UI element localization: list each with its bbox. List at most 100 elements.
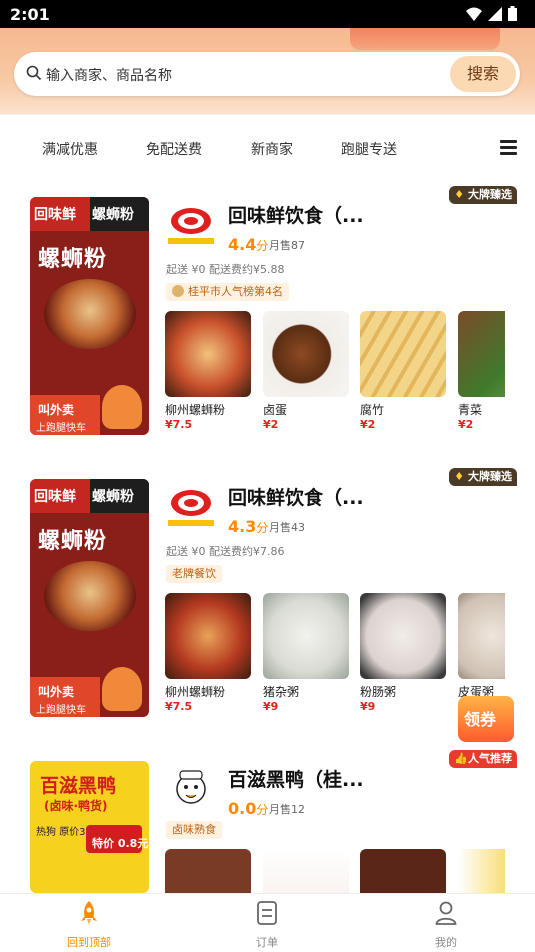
poster-footer-sub: 上跑腿快车 <box>36 423 86 434</box>
search-button[interactable]: 搜索 <box>450 56 516 92</box>
menu-icon[interactable] <box>500 140 517 156</box>
mascot-image <box>102 385 142 429</box>
food-image <box>263 311 349 397</box>
coupon-label: 领券 <box>464 710 497 729</box>
store-rating: 0.0分 <box>228 799 269 818</box>
store-logo <box>176 770 206 804</box>
item-name: 猪杂粥 <box>263 685 300 699</box>
filter-bar: 满减优惠 免配送费 新商家 跑腿专送 <box>0 114 535 181</box>
store-tag: 桂平市人气榜第4名 <box>166 283 289 301</box>
store-logo <box>168 490 214 526</box>
menu-item[interactable]: 猪杂粥 ¥9 <box>263 593 349 713</box>
noodle-bowl-image <box>44 279 136 349</box>
item-carousel[interactable] <box>165 849 505 893</box>
poster-title-right: 螺蛳粉 <box>92 207 134 223</box>
nav-profile[interactable]: 我的 <box>386 900 506 950</box>
store-poster: 回味鲜 螺蛳粉 螺蛳粉 叫外卖 上跑腿快车 <box>30 197 149 435</box>
food-image <box>165 311 251 397</box>
nav-orders[interactable]: 订单 <box>207 900 327 950</box>
search-input[interactable]: 输入商家、商品名称 <box>46 65 172 85</box>
menu-item[interactable]: 青菜 ¥2 <box>458 311 505 431</box>
menu-item[interactable]: 柳州螺蛳粉 ¥7.5 <box>165 593 251 713</box>
rocket-icon <box>81 901 97 925</box>
delivery-info: 起送 ¥0 配送费约¥7.86 <box>166 545 285 558</box>
food-image <box>360 849 446 893</box>
poster-subtitle: (卤味·鸭货) <box>44 799 108 813</box>
food-image <box>165 593 251 679</box>
nav-back-to-top[interactable]: 回到顶部 <box>29 900 149 950</box>
poster-title-left: 回味鲜 <box>34 207 76 223</box>
thumbs-up-icon: 👍 <box>454 752 468 765</box>
item-price: ¥2 <box>360 418 376 431</box>
wifi-icon <box>466 7 482 21</box>
poster-price: 特价 0.8元 <box>92 837 149 850</box>
store-logo <box>168 208 214 244</box>
search-bar[interactable]: 输入商家、商品名称 搜索 <box>14 52 520 96</box>
item-carousel[interactable]: 柳州螺蛳粉 ¥7.5 卤蛋 ¥2 腐竹 ¥2 青菜 ¥2 <box>165 311 505 437</box>
food-image <box>458 849 505 893</box>
item-price: ¥2 <box>263 418 279 431</box>
store-poster: 百滋黑鸭 (卤味·鸭货) 热狗 原价3元 特价 0.8元 <box>30 761 149 893</box>
food-image <box>458 311 505 397</box>
poster-footer-sub: 上跑腿快车 <box>36 705 86 716</box>
store-name[interactable]: 百滋黑鸭（桂... <box>228 765 364 792</box>
item-price: ¥7.5 <box>165 700 193 713</box>
food-image <box>360 593 446 679</box>
item-price: ¥9 <box>360 700 376 713</box>
status-bar: 2:01 <box>0 0 535 28</box>
menu-item[interactable]: 卤蛋 ¥2 <box>263 311 349 431</box>
food-image <box>360 311 446 397</box>
item-name: 腐竹 <box>360 403 385 417</box>
header-decoration <box>350 28 500 50</box>
item-name: 粉肠粥 <box>360 685 397 699</box>
menu-item[interactable]: 皮蛋粥 ¥ <box>458 593 505 713</box>
nav-label: 回到顶部 <box>67 936 111 949</box>
tab-free-delivery[interactable]: 免配送费 <box>146 139 202 159</box>
tab-errand-delivery[interactable]: 跑腿专送 <box>341 139 397 159</box>
tab-new-stores[interactable]: 新商家 <box>251 139 293 159</box>
poster-main-text: 螺蛳粉 <box>38 529 108 554</box>
medal-icon <box>172 285 184 297</box>
monthly-sales: 月售87 <box>269 239 305 252</box>
food-image <box>263 849 349 893</box>
monthly-sales: 月售43 <box>269 521 305 534</box>
item-name: 青菜 <box>458 403 483 417</box>
bottom-nav: 回到顶部 订单 我的 <box>0 893 535 952</box>
coupon-button[interactable]: 领券 <box>458 696 514 748</box>
header-banner: 输入商家、商品名称 搜索 <box>0 28 535 114</box>
battery-icon <box>508 6 517 21</box>
delivery-info: 起送 ¥0 配送费约¥5.88 <box>166 263 285 276</box>
item-name: 柳州螺蛳粉 <box>165 685 226 699</box>
status-time: 2:01 <box>10 5 50 24</box>
store-rating: 4.4分 <box>228 235 269 254</box>
premium-badge: ♦ 大牌臻选 <box>449 186 517 204</box>
store-name[interactable]: 回味鲜饮食（... <box>228 483 364 510</box>
poster-title: 百滋黑鸭 <box>40 775 117 797</box>
item-price: ¥2 <box>458 418 474 431</box>
item-name: 柳州螺蛳粉 <box>165 403 226 417</box>
monthly-sales: 月售12 <box>269 803 305 816</box>
poster-footer: 叫外卖 <box>38 685 75 699</box>
store-name[interactable]: 回味鲜饮食（... <box>228 201 364 228</box>
tab-full-reduction[interactable]: 满减优惠 <box>42 139 98 159</box>
item-name: 卤蛋 <box>263 403 288 417</box>
food-image <box>263 593 349 679</box>
poster-footer: 叫外卖 <box>38 403 75 417</box>
item-carousel[interactable]: 柳州螺蛳粉 ¥7.5 猪杂粥 ¥9 粉肠粥 ¥9 皮蛋粥 ¥ <box>165 593 505 719</box>
poster-title-left: 回味鲜 <box>34 489 76 505</box>
popular-badge: 👍人气推荐 <box>449 750 517 768</box>
store-tag: 老牌餐饮 <box>166 565 222 583</box>
menu-item[interactable]: 柳州螺蛳粉 ¥7.5 <box>165 311 251 431</box>
menu-item[interactable]: 粉肠粥 ¥9 <box>360 593 446 713</box>
user-icon <box>435 901 457 925</box>
item-price: ¥9 <box>263 700 279 713</box>
noodle-bowl-image <box>44 561 136 631</box>
poster-main-text: 螺蛳粉 <box>38 247 108 272</box>
search-icon <box>26 65 42 81</box>
store-rating: 4.3分 <box>228 517 269 536</box>
order-list-icon <box>257 901 277 925</box>
menu-item[interactable]: 腐竹 ¥2 <box>360 311 446 431</box>
nav-label: 我的 <box>435 936 457 949</box>
premium-badge: ♦ 大牌臻选 <box>449 468 517 486</box>
poster-title-right: 螺蛳粉 <box>92 489 134 505</box>
